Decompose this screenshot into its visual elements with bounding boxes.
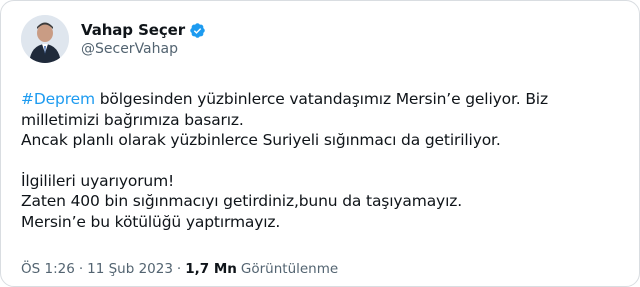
views-label: Görüntülenme [240,261,339,277]
tweet-line-1-text: bölgesinden yüzbinlerce vatandaşımız Mer… [94,90,548,108]
hashtag-link[interactable]: #Deprem [21,90,95,108]
tweet-line-3: Ancak planlı olarak yüzbinlerce Suriyeli… [21,131,501,149]
author-names: Vahap Seçer @SecerVahap [81,21,206,57]
display-name[interactable]: Vahap Seçer [81,21,185,39]
tweet-line-5: Zaten 400 bin sığınmacıyı getirdiniz,bun… [21,192,462,210]
tweet-header: Vahap Seçer @SecerVahap [21,15,206,63]
tweet-line-4: İlgilileri uyarıyorum! [21,171,175,190]
avatar-image [21,15,69,63]
tweet-time[interactable]: ÖS 1:26 [21,261,75,277]
name-row: Vahap Seçer [81,21,206,39]
tweet-date[interactable]: 11 Şub 2023 [87,261,173,277]
tweet-meta: ÖS 1:26 · 11 Şub 2023 · 1,7 Mn Görüntüle… [21,261,338,277]
tweet-card: Vahap Seçer @SecerVahap #Deprem bölgesin… [0,0,640,287]
tweet-line-2: milletimizi bağrımıza basarız. [21,110,244,129]
meta-separator: · [78,261,84,277]
verified-badge-icon[interactable] [189,22,206,39]
tweet-line-1: #Deprem bölgesinden yüzbinlerce vatandaş… [21,89,621,110]
tweet-text: #Deprem bölgesinden yüzbinlerce vatandaş… [21,89,621,232]
avatar[interactable] [21,15,69,63]
author-handle[interactable]: @SecerVahap [81,41,206,57]
tweet-line-6: Mersin’e bu kötülüğü yaptırmayız. [21,212,281,231]
meta-separator-2: · [176,261,182,277]
views-count: 1,7 Mn [185,261,237,277]
